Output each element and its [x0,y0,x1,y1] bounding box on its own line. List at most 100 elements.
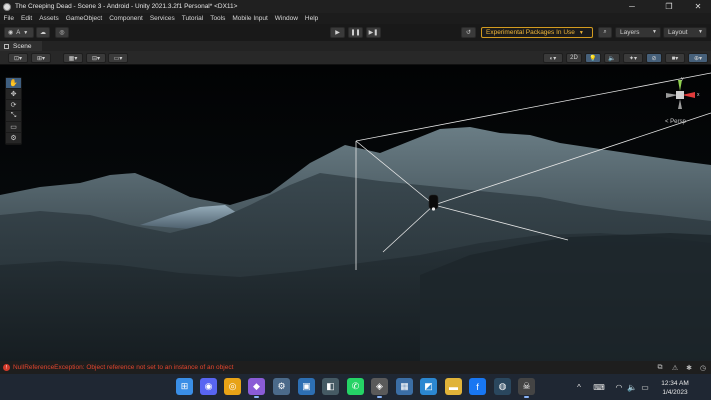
maximize-button[interactable]: ❐ [656,0,682,13]
increment-snap-icon[interactable]: ▭▾ [108,53,128,63]
status-bar: ! NullReferenceException: Object referen… [0,361,711,374]
orientation-gizmo[interactable]: y x [662,77,702,121]
menu-bar: File Edit Assets GameObject Component Se… [0,13,711,24]
wifi-icon[interactable]: ◠ [614,382,624,392]
audio-icon[interactable]: 🔈 [604,53,620,63]
clock-time: 12:34 AM [661,380,689,387]
cloud-icon[interactable]: ☁ [36,27,50,38]
scene-render [0,65,711,361]
keyboard-icon[interactable]: ⌨ [593,382,605,392]
hand-tool-icon[interactable]: ✋ [6,78,21,89]
battery-icon[interactable]: ▭ [640,382,650,392]
lighting-icon[interactable]: 💡 [585,53,601,63]
title-bar: The Creeping Dead - Scene 3 - Android - … [0,0,711,13]
scene-tab-label: Scene [13,42,32,50]
scene-viewport[interactable]: y x [0,65,711,361]
tool-palette: ✋ ✥ ⟳ ⤡ ▭ ⚙ [5,77,22,145]
explorer-icon[interactable]: ◧ [322,378,339,395]
rotate-tool-icon[interactable]: ⟳ [6,100,21,111]
menu-file[interactable]: File [0,15,17,22]
scene-toolbar: ⊡▾ ⊞▾ ▦▾ ⊟▾ ▭▾ ◐▾ 2D 💡 🔈 ✦▾ ⊘ ■▾ ⊕▾ [0,51,711,65]
account-button[interactable]: ◉ A ▼ [4,27,34,38]
account-label: A [16,29,21,36]
chevron-down-icon: ▼ [698,29,703,35]
transform-tool-icon[interactable]: ⚙ [6,133,21,144]
window-title: The Creeping Dead - Scene 3 - Android - … [15,3,238,10]
pause-button[interactable]: ❚❚ [348,27,363,38]
whatsapp-icon[interactable]: ✆ [347,378,364,395]
bug-icon[interactable]: ✱ [685,364,693,372]
menu-services[interactable]: Services [146,15,178,22]
calculator-icon[interactable]: ▦ [396,378,413,395]
chevron-up-icon[interactable]: ^ [574,382,584,392]
layers-dropdown[interactable]: Layers ▼ [615,27,661,38]
minimize-button[interactable]: ─ [619,0,645,13]
account-icon: ◉ [8,30,14,36]
menu-help[interactable]: Help [301,15,321,22]
layers-label: Layers [620,29,640,36]
hidden-objects-icon[interactable]: ⊘ [646,53,662,63]
gizmo-handle-icon[interactable]: ⊡▾ [8,53,28,63]
mode-2d-button[interactable]: 2D [566,53,582,63]
chrome-icon[interactable]: ◎ [224,378,241,395]
discord-icon[interactable]: ◉ [200,378,217,395]
chevron-down-icon: ▼ [23,29,29,36]
windows-taskbar: ⊞ ◉ ◎ ◆ ⚙ ▣ ◧ ✆ ◈ ▦ ◩ ▬ f ◍ ☠ ^ ⌨ ◠ 🔈 ▭ … [0,374,711,400]
menu-edit[interactable]: Edit [17,15,35,22]
status-error-message[interactable]: NullReferenceException: Object reference… [13,364,233,371]
visual-studio-icon[interactable]: ◆ [248,378,265,398]
clock-date: 1/4/2023 [662,389,688,396]
volume-icon[interactable]: 🔈 [627,382,637,392]
play-button[interactable]: ▶ [330,27,345,38]
gizmos-icon[interactable]: ⊕▾ [688,53,708,63]
move-tool-icon[interactable]: ✥ [6,89,21,100]
experimental-packages-button[interactable]: Experimental Packages In Use ▼ [481,27,593,38]
menu-mobile-input[interactable]: Mobile Input [229,15,271,22]
progress-icon[interactable]: ◷ [699,364,707,372]
graph-icon[interactable]: ⧉ [656,364,664,372]
menu-tools[interactable]: Tools [207,15,229,22]
projection-toggle[interactable]: < Persp [665,119,686,125]
experimental-packages-label: Experimental Packages In Use [486,29,575,36]
gizmo-axis-y: y [681,77,684,82]
grid-icon[interactable]: ▦▾ [63,53,83,63]
collab-icon[interactable]: ◎ [55,27,69,38]
tab-scene[interactable]: Scene [0,41,42,51]
player-object [428,194,439,210]
start-button[interactable]: ⊞ [176,378,193,395]
gizmo-axis-x: x [697,92,700,98]
menu-assets[interactable]: Assets [36,15,63,22]
main-toolbar: ◉ A ▼ ☁ ◎ ▶ ❚❚ ▶❚ ↺ Experimental Package… [0,24,711,41]
scene-tab-bar: Scene [0,41,711,51]
settings-icon[interactable]: ⚙ [273,378,290,395]
menu-gameobject[interactable]: GameObject [62,15,106,22]
store-icon[interactable]: ◩ [420,378,437,395]
scale-tool-icon[interactable]: ⤡ [6,111,21,122]
unity-hub-icon[interactable]: ◈ [371,378,388,398]
chevron-down-icon: ▼ [578,29,584,36]
chevron-down-icon: ▼ [652,29,657,35]
menu-window[interactable]: Window [271,15,301,22]
step-button[interactable]: ▶❚ [366,27,381,38]
search-icon[interactable]: ⌕ [598,27,612,38]
effects-icon[interactable]: ✦▾ [623,53,643,63]
system-clock[interactable]: 12:34 AM 1/4/2023 [655,379,695,397]
diagnostics-icon[interactable]: ⚠ [671,364,679,372]
facebook-icon[interactable]: f [469,378,486,395]
undo-history-icon[interactable]: ↺ [461,27,476,38]
menu-tutorial[interactable]: Tutorial [178,15,206,22]
error-icon: ! [3,364,10,371]
unity-editor-icon[interactable]: ☠ [518,378,535,398]
draw-mode-icon[interactable]: ◐▾ [543,53,563,63]
rect-tool-icon[interactable]: ▭ [6,122,21,133]
pivot-icon[interactable]: ⊞▾ [31,53,51,63]
steam-icon[interactable]: ◍ [494,378,511,395]
photos-icon[interactable]: ▣ [298,378,315,395]
layout-dropdown[interactable]: Layout ▼ [663,27,707,38]
close-button[interactable]: ✕ [685,0,711,13]
unity-logo-icon [3,2,11,11]
snap-icon[interactable]: ⊟▾ [86,53,106,63]
file-explorer-icon[interactable]: ▬ [445,378,462,395]
camera-icon[interactable]: ■▾ [665,53,685,63]
menu-component[interactable]: Component [106,15,147,22]
